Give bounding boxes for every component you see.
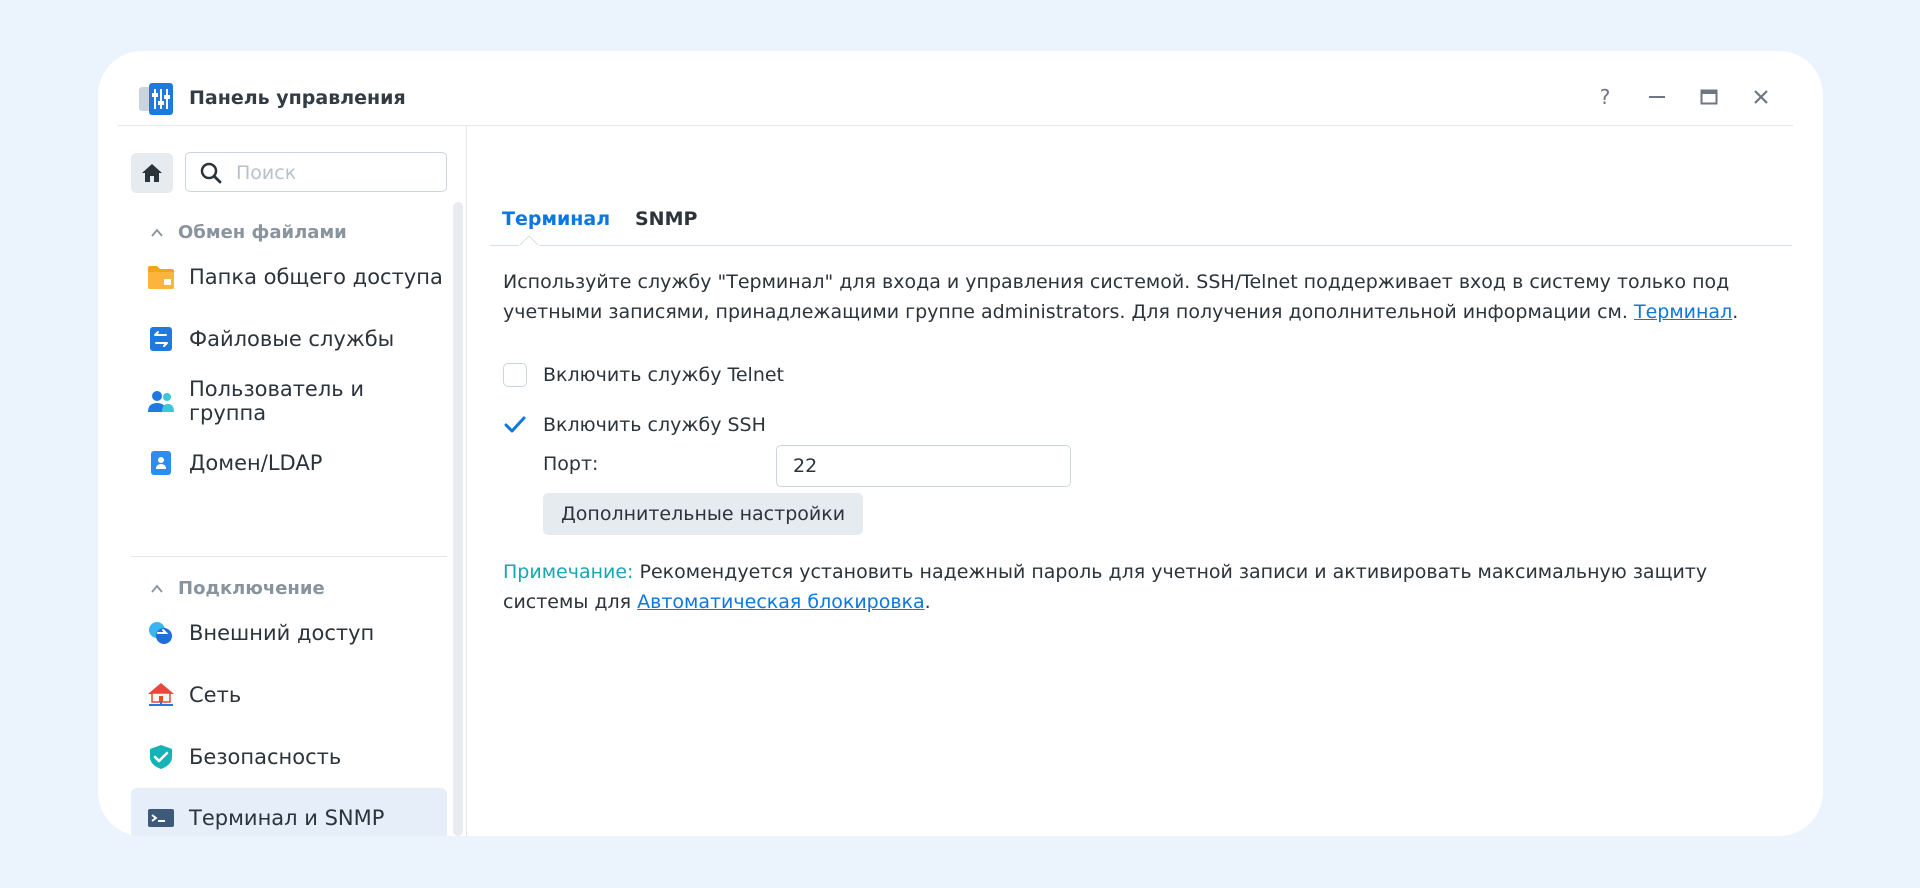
sidebar-item-terminal-snmp[interactable]: Терминал и SNMP	[131, 788, 447, 836]
tab-bar-divider	[490, 245, 1792, 246]
sidebar-item-label: Файловые службы	[189, 327, 395, 351]
tab-terminal[interactable]: Терминал	[502, 208, 610, 230]
section-label: Подключение	[178, 578, 325, 599]
note-tail: .	[924, 591, 931, 613]
chevron-up-icon	[151, 584, 163, 593]
maximize-icon	[1700, 89, 1718, 105]
search-icon	[200, 162, 222, 184]
section-header-connectivity[interactable]: Подключение	[150, 578, 325, 599]
description-text: Используйте службу "Терминал" для входа …	[503, 271, 1730, 323]
title-bar: Панель управления ?	[98, 51, 1823, 125]
note-label: Примечание:	[503, 561, 634, 583]
section-header-file-sharing[interactable]: Обмен файлами	[150, 222, 347, 243]
home-button[interactable]	[131, 153, 173, 193]
help-button[interactable]: ?	[1591, 83, 1619, 111]
window-controls: ?	[1591, 83, 1775, 111]
sidebar-item-user-group[interactable]: Пользователь и группа	[131, 371, 447, 431]
telnet-label: Включить службу Telnet	[543, 364, 785, 386]
sidebar-item-shared-folder[interactable]: Папка общего доступа	[131, 247, 447, 307]
control-panel-window: Панель управления ? Поиск Обмен файлами …	[98, 51, 1823, 836]
minimize-button[interactable]	[1643, 83, 1671, 111]
user-group-icon	[148, 391, 174, 412]
close-icon	[1754, 90, 1768, 104]
port-label: Порт:	[543, 453, 599, 475]
sidebar-item-network[interactable]: Сеть	[131, 665, 447, 725]
close-button[interactable]	[1747, 83, 1775, 111]
search-field[interactable]	[185, 152, 447, 192]
domain-ldap-icon	[151, 451, 171, 475]
sidebar-item-label: Пользователь и группа	[189, 377, 364, 425]
control-panel-app-icon	[139, 83, 173, 115]
window-title: Панель управления	[189, 87, 406, 109]
sidebar-item-domain-ldap[interactable]: Домен/LDAP	[131, 433, 447, 493]
terminal-icon	[148, 809, 174, 827]
chevron-up-icon	[151, 228, 163, 237]
help-icon: ?	[1599, 85, 1611, 109]
description-tail: .	[1732, 301, 1739, 323]
active-tab-indicator	[519, 235, 539, 246]
terminal-description: Используйте службу "Терминал" для входа …	[503, 267, 1783, 327]
sidebar-section-divider	[131, 556, 447, 557]
sidebar-item-file-services[interactable]: Файловые службы	[131, 309, 447, 369]
home-icon	[142, 164, 162, 182]
ssh-option[interactable]: Включить службу SSH	[503, 413, 766, 437]
section-label: Обмен файлами	[178, 222, 347, 243]
main-panel: Терминал SNMP Используйте службу "Термин…	[467, 126, 1823, 836]
search-input[interactable]	[234, 159, 438, 187]
maximize-button[interactable]	[1695, 83, 1723, 111]
sidebar-item-label: Папка общего доступа	[189, 265, 443, 289]
ssh-checkbox[interactable]	[503, 413, 527, 437]
sidebar-item-security[interactable]: Безопасность	[131, 727, 447, 787]
telnet-checkbox[interactable]	[503, 363, 527, 387]
sidebar-item-label: Сеть	[189, 683, 242, 707]
checkmark-icon	[504, 416, 526, 433]
sidebar-item-external-access[interactable]: Внешний доступ	[131, 603, 447, 663]
sidebar: Обмен файлами Папка общего доступа Файло…	[98, 126, 466, 836]
network-icon	[148, 683, 174, 706]
advanced-settings-button[interactable]: Дополнительные настройки	[543, 493, 863, 535]
shared-folder-icon	[148, 266, 174, 289]
sidebar-item-label: Внешний доступ	[189, 621, 375, 645]
tab-snmp[interactable]: SNMP	[635, 208, 697, 230]
sidebar-scrollbar[interactable]	[453, 202, 463, 836]
shield-icon	[150, 745, 172, 769]
sidebar-item-label: Терминал и SNMP	[189, 806, 385, 830]
auto-block-link[interactable]: Автоматическая блокировка	[637, 591, 925, 613]
external-access-icon	[149, 622, 172, 644]
ssh-label: Включить службу SSH	[543, 414, 766, 436]
sidebar-item-label: Безопасность	[189, 745, 342, 769]
security-note: Примечание: Рекомендуется установить над…	[503, 557, 1783, 617]
minimize-icon	[1649, 96, 1665, 98]
sidebar-item-label: Домен/LDAP	[189, 451, 323, 475]
telnet-option[interactable]: Включить службу Telnet	[503, 363, 784, 387]
port-input[interactable]	[776, 445, 1071, 487]
file-services-icon	[150, 327, 172, 351]
terminal-help-link[interactable]: Терминал	[1634, 301, 1732, 323]
